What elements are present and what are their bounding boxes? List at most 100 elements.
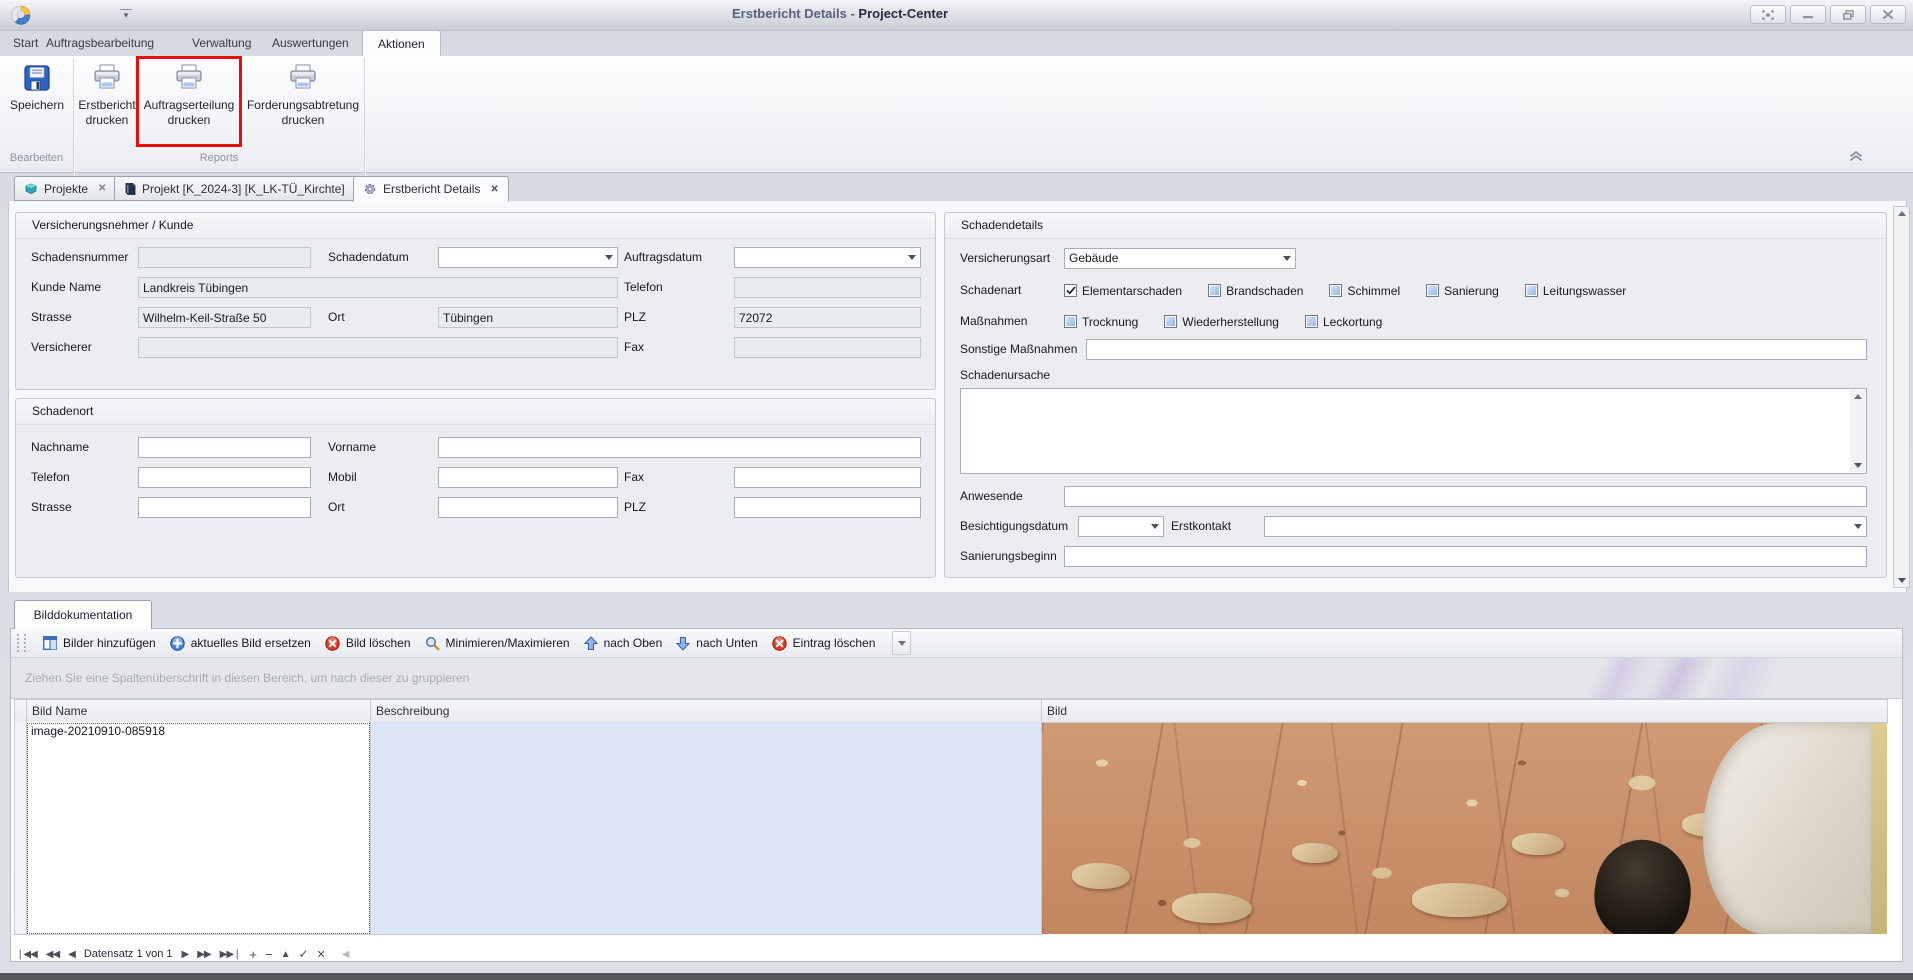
nav-delete-button[interactable]: − [265, 947, 272, 962]
unchecked-checkbox-icon [1164, 315, 1177, 328]
print-erstbericht-button[interactable]: Erstberichtdrucken [78, 58, 136, 162]
nav-prev-button[interactable]: ◀ [68, 949, 75, 960]
nav-last-button[interactable]: ▶▶❘ [220, 949, 241, 960]
ribbon-tab-verwaltung[interactable]: Verwaltung [186, 30, 257, 56]
plz-field[interactable] [734, 307, 921, 328]
print-erstbericht-label: Erstberichtdrucken [78, 98, 135, 128]
ribbon-tab-start[interactable]: Start [7, 30, 44, 56]
mobil-field[interactable] [438, 467, 618, 488]
group-title: Versicherungsnehmer / Kunde [16, 213, 935, 239]
checkbox-wiederherstellung[interactable]: Wiederherstellung [1164, 315, 1279, 329]
schadenursache-textarea[interactable] [960, 388, 1867, 474]
ort-field[interactable] [438, 307, 618, 328]
aktuelles-bild-ersetzen-button[interactable]: aktuelles Bild ersetzen [163, 633, 318, 654]
schadenort-ort-field[interactable] [438, 497, 618, 518]
schadendatum-combo[interactable] [438, 247, 618, 268]
cell-bild-photo[interactable] [1042, 723, 1887, 934]
vorname-field[interactable] [438, 437, 921, 458]
hscroll-left-icon[interactable]: ◀ [342, 949, 349, 960]
delete-circle-icon [325, 636, 340, 651]
window-title-document: Erstbericht Details - [732, 6, 858, 21]
auftragsdatum-combo[interactable] [734, 247, 921, 268]
sanierungsbeginn-field[interactable] [1064, 546, 1867, 567]
doc-tab-projekt-k2024-3[interactable]: Projekt [K_2024-3] [K_LK-TÜ_Kirchte] ✕ [114, 176, 373, 201]
erstkontakt-combo[interactable] [1264, 516, 1867, 537]
nach-unten-button[interactable]: nach Unten [669, 633, 764, 654]
column-header-bild[interactable]: Bild [1041, 699, 1888, 723]
cell-beschreibung[interactable] [370, 722, 1042, 935]
nav-endedit-button[interactable]: ✓ [298, 947, 307, 961]
schadensnummer-field[interactable] [138, 247, 311, 268]
textarea-scrollbar[interactable] [1850, 390, 1865, 472]
bild-loeschen-button[interactable]: Bild löschen [318, 633, 418, 654]
bilder-hinzufuegen-button[interactable]: Bilder hinzufügen [36, 633, 163, 653]
collapse-ribbon-icon[interactable] [1848, 148, 1868, 164]
close-tab-icon[interactable]: ✕ [490, 184, 498, 195]
group-title: Schadenort [16, 399, 935, 425]
versicherer-field[interactable] [138, 337, 618, 358]
schadenort-strasse-field[interactable] [138, 497, 311, 518]
column-header-bild-name[interactable]: Bild Name [26, 699, 371, 723]
toolbar-overflow-button[interactable] [892, 631, 911, 655]
schadenort-fax-field[interactable] [734, 467, 921, 488]
sonstige-massnahmen-field[interactable] [1086, 339, 1867, 360]
checkbox-leitungswasser[interactable]: Leitungswasser [1525, 284, 1626, 298]
fax-field[interactable] [734, 337, 921, 358]
chevron-down-icon[interactable] [1278, 249, 1295, 268]
eintrag-loeschen-button[interactable]: Eintrag löschen [765, 633, 883, 654]
kunde-name-field[interactable] [138, 277, 618, 298]
nav-first-button[interactable]: ❘◀◀ [16, 949, 37, 960]
plaster-chunk-in-photo [1703, 723, 1871, 934]
checkbox-schimmel[interactable]: Schimmel [1329, 284, 1400, 298]
nav-next-button[interactable]: ▶ [182, 949, 189, 960]
chevron-down-icon[interactable] [1849, 517, 1866, 536]
strasse-label: Strasse [31, 307, 72, 328]
checkbox-brandschaden[interactable]: Brandschaden [1208, 284, 1303, 298]
nav-cancel-button[interactable]: ✕ [317, 948, 325, 961]
nachname-field[interactable] [138, 437, 311, 458]
ribbon-tab-aktionen[interactable]: Aktionen [362, 30, 441, 57]
restore-button[interactable] [1830, 5, 1866, 24]
ribbon-tab-auftragsbearbeitung[interactable]: Auftragsbearbeitung [40, 30, 160, 56]
save-button[interactable]: Speichern [6, 58, 68, 162]
title-bar: ▾ Erstbericht Details - Project-Center [0, 0, 1913, 31]
schadenort-plz-field[interactable] [734, 497, 921, 518]
strasse-field[interactable] [138, 307, 311, 328]
window-title: Erstbericht Details - Project-Center [0, 6, 1680, 21]
nav-next-page-button[interactable]: ▶▶ [197, 949, 210, 960]
checkbox-trocknung[interactable]: Trocknung [1064, 315, 1138, 329]
column-header-beschreibung[interactable]: Beschreibung [370, 699, 1042, 723]
close-tab-icon[interactable]: ✕ [98, 183, 106, 194]
doc-tab-erstbericht-details[interactable]: Erstbericht Details ✕ [353, 176, 509, 202]
besichtigungsdatum-combo[interactable] [1078, 516, 1164, 537]
telefon-field[interactable] [734, 277, 921, 298]
schadenort-strasse-label: Strasse [31, 497, 72, 518]
checkbox-sanierung[interactable]: Sanierung [1426, 284, 1499, 298]
checkbox-leckortung[interactable]: Leckortung [1305, 315, 1382, 329]
form-vertical-scrollbar[interactable] [1893, 206, 1910, 588]
group-by-panel[interactable]: Ziehen Sie eine Spaltenüberschrift in di… [11, 658, 1902, 699]
record-navigator: ❘◀◀ ◀◀ ◀ Datensatz 1 von 1 ▶ ▶▶ ▶▶❘ + − … [16, 945, 348, 963]
nav-edit-button[interactable]: ▲ [281, 949, 290, 960]
chevron-down-icon[interactable] [903, 248, 920, 267]
schadenart-label: Schadenart [960, 280, 1021, 301]
cell-bild-name[interactable]: image-20210910-085918 [26, 722, 371, 935]
minimize-button[interactable] [1790, 5, 1826, 24]
anwesende-field[interactable] [1064, 486, 1867, 507]
toolbar-drag-handle[interactable] [17, 634, 26, 652]
close-button[interactable] [1870, 5, 1906, 24]
versicherungsart-combo[interactable]: Gebäude [1064, 248, 1296, 269]
nach-oben-button[interactable]: nach Oben [577, 633, 670, 654]
nav-append-button[interactable]: + [249, 947, 256, 962]
checkbox-elementarschaden[interactable]: Elementarschaden [1064, 284, 1182, 298]
doc-tab-projekte[interactable]: Projekte ✕ [14, 176, 116, 201]
tab-bilddokumentation[interactable]: Bilddokumentation [14, 600, 152, 629]
nav-prev-page-button[interactable]: ◀◀ [46, 949, 59, 960]
minimieren-maximieren-button[interactable]: Minimieren/Maximieren [418, 633, 577, 654]
print-forderungsabtretung-button[interactable]: Forderungsabtretungdrucken [244, 58, 362, 162]
schadenort-telefon-field[interactable] [138, 467, 311, 488]
chevron-down-icon[interactable] [1146, 517, 1163, 536]
ribbon-tab-auswertungen[interactable]: Auswertungen [266, 30, 355, 56]
fullscreen-button[interactable] [1750, 5, 1786, 24]
chevron-down-icon[interactable] [600, 248, 617, 267]
